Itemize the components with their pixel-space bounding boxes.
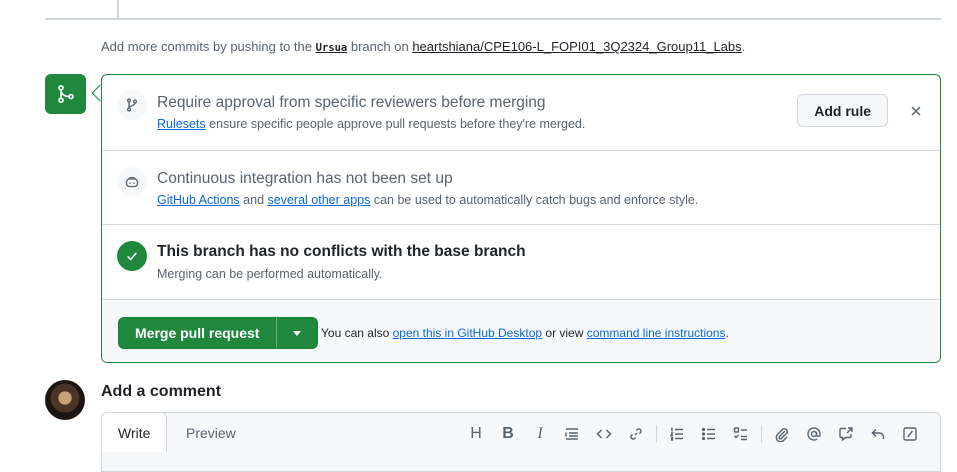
check-icon <box>117 241 147 271</box>
rules-desc: Rulesets ensure specific people approve … <box>157 117 585 131</box>
markdown-toolbar: H B I <box>460 422 926 446</box>
comment-heading: Add a comment <box>101 383 222 400</box>
merge-note-prefix: You can also <box>321 326 390 340</box>
conflicts-desc: Merging can be performed automatically. <box>157 267 383 281</box>
conflicts-section: This branch has no conflicts with the ba… <box>102 224 940 299</box>
quote-icon <box>565 428 578 440</box>
ordered-list-icon <box>669 427 683 441</box>
link-button[interactable] <box>620 422 652 446</box>
toolbar-divider <box>761 425 762 443</box>
code-button[interactable] <box>588 422 620 446</box>
comment-editor: Write Preview H B I <box>101 412 941 472</box>
ci-desc-text: can be used to automatically catch bugs … <box>373 193 699 207</box>
cross-reference-button[interactable] <box>830 422 862 446</box>
rules-desc-text: ensure specific people approve pull requ… <box>209 117 586 131</box>
commit-hint-suffix: . <box>741 39 746 54</box>
chevron-down-icon <box>293 330 302 336</box>
tab-write[interactable]: Write <box>101 412 168 452</box>
repo-link[interactable]: heartshiana/CPE106-L_FOPI01_3Q2324_Group… <box>412 39 741 54</box>
conflicts-title: This branch has no conflicts with the ba… <box>157 243 526 260</box>
ci-section: Continuous integration has not been set … <box>102 150 940 224</box>
ci-desc: GitHub Actions and several other apps ca… <box>157 193 698 207</box>
task-list-button[interactable] <box>725 422 757 446</box>
rules-section: Require approval from specific reviewers… <box>102 75 940 150</box>
merge-button-group: Merge pull request <box>118 317 319 349</box>
commit-hint: Add more commits by pushing to the Ursua… <box>101 39 745 54</box>
task-list-icon <box>733 427 747 441</box>
saved-reply-button[interactable] <box>862 422 894 446</box>
merge-note-suffix: . <box>725 326 729 340</box>
italic-button[interactable]: I <box>524 422 556 446</box>
slash-commands-icon <box>903 427 917 441</box>
merge-note: You can also open this in GitHub Desktop… <box>321 326 729 340</box>
command-line-link[interactable]: command line instructions <box>587 326 726 340</box>
unordered-list-icon <box>701 427 715 441</box>
add-rule-button[interactable]: Add rule <box>797 94 888 127</box>
heading-button[interactable]: H <box>460 422 492 446</box>
bold-button[interactable]: B <box>492 422 524 446</box>
github-desktop-link[interactable]: open this in GitHub Desktop <box>393 326 542 340</box>
merge-pull-request-button[interactable]: Merge pull request <box>118 317 277 349</box>
link-icon <box>630 428 642 440</box>
bold-icon: B <box>502 425 514 442</box>
ci-title: Continuous integration has not been set … <box>157 170 453 187</box>
mention-button[interactable] <box>798 422 830 446</box>
branch-name[interactable]: Ursua <box>316 42 348 54</box>
cross-reference-icon <box>839 427 853 442</box>
timeline-line <box>117 0 119 18</box>
merge-note-middle: or view <box>545 326 584 340</box>
paperclip-icon <box>775 428 788 442</box>
other-apps-link[interactable]: several other apps <box>268 193 371 207</box>
section-divider <box>45 18 941 20</box>
github-actions-link[interactable]: GitHub Actions <box>157 193 240 207</box>
tab-preview[interactable]: Preview <box>170 413 252 453</box>
rulesets-link[interactable]: Rulesets <box>157 117 206 131</box>
attach-button[interactable] <box>766 422 798 446</box>
ordered-list-button[interactable] <box>661 422 693 446</box>
commit-hint-prefix: Add more commits by pushing to the <box>101 39 312 54</box>
ci-and: and <box>243 193 265 207</box>
copilot-icon <box>117 167 147 197</box>
heading-icon: H <box>470 425 482 442</box>
close-icon[interactable] <box>908 103 924 119</box>
italic-icon: I <box>537 425 543 442</box>
merge-box: Require approval from specific reviewers… <box>101 74 941 363</box>
reply-icon <box>871 428 885 439</box>
avatar[interactable] <box>45 380 85 420</box>
branch-icon <box>117 90 147 120</box>
commit-hint-middle: branch on <box>350 39 409 54</box>
toolbar-divider <box>656 425 657 443</box>
merge-options-dropdown[interactable] <box>276 317 319 349</box>
rules-title: Require approval from specific reviewers… <box>157 94 546 111</box>
mention-icon <box>807 427 821 441</box>
merge-action-section: Merge pull request You can also open thi… <box>102 299 940 362</box>
unordered-list-button[interactable] <box>693 422 725 446</box>
slash-commands-button[interactable] <box>894 422 926 446</box>
git-merge-icon <box>45 74 86 114</box>
code-icon <box>596 429 612 439</box>
quote-button[interactable] <box>556 422 588 446</box>
